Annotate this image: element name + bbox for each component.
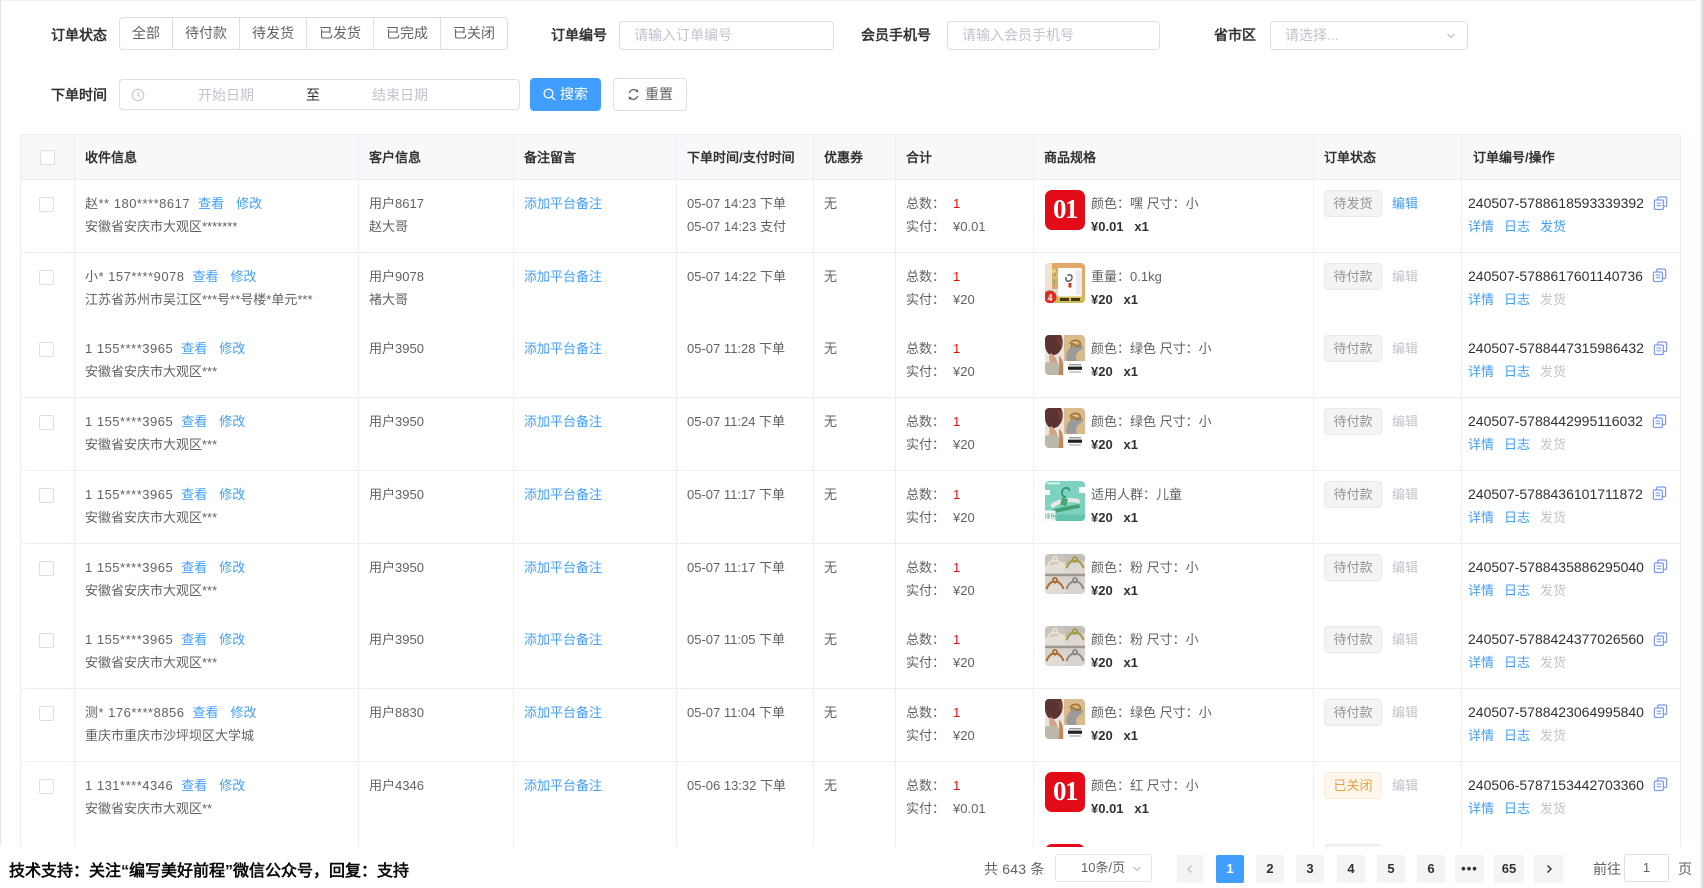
- svg-text:绿色: 绿色: [1045, 512, 1056, 520]
- svg-text:4: 4: [1048, 293, 1053, 303]
